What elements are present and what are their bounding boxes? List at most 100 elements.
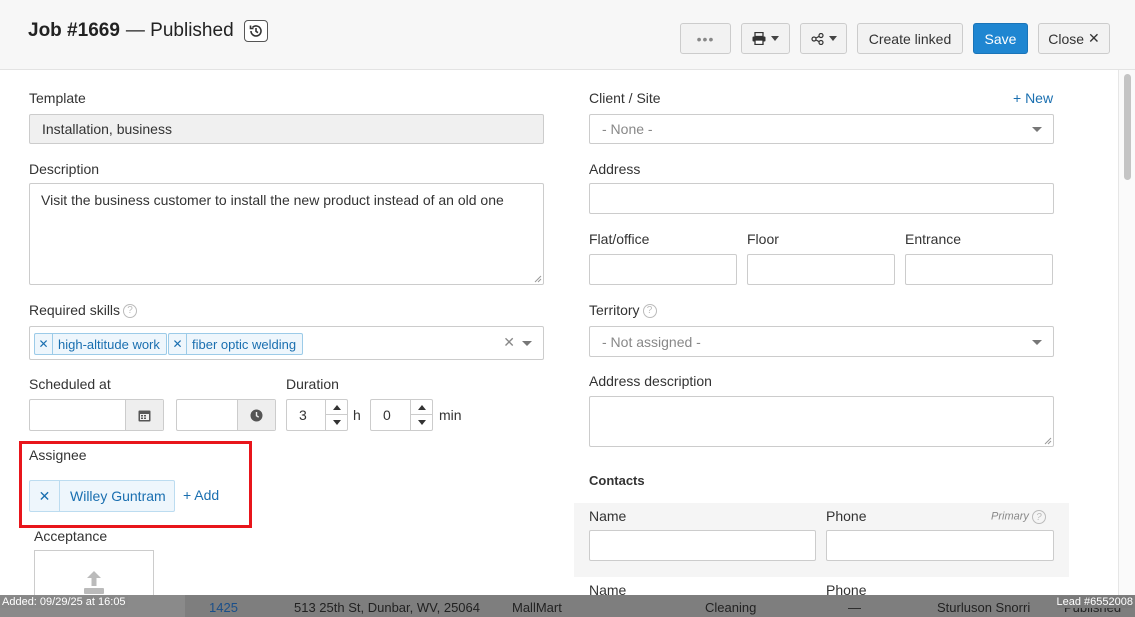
template-value: Installation, business [42,121,172,137]
remove-tag-icon[interactable]: ✕ [169,334,187,354]
history-icon[interactable] [243,20,268,42]
save-button[interactable]: Save [973,23,1028,54]
contact-phone-input[interactable] [826,530,1054,561]
template-field[interactable]: Installation, business [29,114,544,144]
printer-icon [752,32,766,45]
duration-hours-stepper[interactable]: 3 [286,399,348,431]
description-value: Visit the business customer to install t… [41,192,504,208]
address-input[interactable] [589,183,1054,214]
duration-minutes-value: 0 [383,407,391,423]
contacts-heading: Contacts [589,473,645,488]
stepper-controls [410,400,432,430]
flat-input[interactable] [589,254,737,285]
resize-handle-icon[interactable] [1044,437,1052,445]
assignee-label: Assignee [29,447,87,463]
background-list: Added: 09/29/25 at 16:05 1425 513 25th S… [0,595,1135,617]
floor-input[interactable] [747,254,895,285]
scrollbar-thumb[interactable] [1124,74,1131,180]
lead-number: Lead #6552008 [1056,596,1133,608]
calendar-icon[interactable] [125,400,163,430]
scheduled-date-input[interactable] [29,399,164,431]
help-icon[interactable]: ? [123,303,138,318]
template-label: Template [29,90,86,106]
increment-icon[interactable] [411,400,432,415]
entrance-input[interactable] [905,254,1053,285]
close-label: Close [1048,30,1085,47]
skill-tag: ✕ fiber optic welding [168,333,304,355]
required-skills-label: Required skills? [29,302,138,318]
help-icon[interactable]: ? [642,303,657,318]
row-id[interactable]: 1425 [209,600,238,615]
close-icon: ✕ [1088,30,1100,46]
floor-label: Floor [747,231,779,247]
row-person: Sturluson Snorri [937,600,1031,615]
row-dash: — [848,600,861,615]
acceptance-label: Acceptance [34,528,108,544]
contact-name-input[interactable] [589,530,816,561]
more-button[interactable]: ••• [680,23,731,54]
new-client-label: + New [1013,90,1054,106]
share-icon [810,32,824,45]
address-description-label: Address description [589,373,712,389]
decrement-icon[interactable] [326,415,347,430]
stepper-controls [325,400,347,430]
contact-phone-label: Phone [826,508,867,524]
territory-select[interactable]: - Not assigned - [589,326,1054,357]
clear-icon[interactable]: ✕ [503,334,515,351]
resize-handle-icon[interactable] [534,275,542,283]
modal-header: Job #1669 — Published ••• Create linked … [0,0,1135,70]
skill-tag-label: fiber optic welding [192,336,297,352]
minutes-unit: min [439,407,462,423]
skill-tag-label: high-altitude work [58,336,160,352]
row-client: MallMart [512,600,562,615]
chevron-down-icon [828,36,837,41]
increment-icon[interactable] [326,400,347,415]
help-icon[interactable]: ? [1031,510,1046,524]
client-site-label: Client / Site [589,90,661,106]
new-client-link[interactable]: + New [1013,90,1053,106]
territory-text: Territory [589,302,640,318]
client-site-value: - None - [602,121,653,137]
clock-icon[interactable] [237,400,275,430]
job-status: — Published [125,20,234,41]
print-button[interactable] [741,23,790,54]
more-icon: ••• [696,30,715,47]
client-site-select[interactable]: - None - [589,114,1054,144]
scheduled-time-input[interactable] [176,399,276,431]
address-description-textarea[interactable] [589,396,1054,447]
share-button[interactable] [800,23,847,54]
create-linked-button[interactable]: Create linked [857,23,963,54]
duration-label: Duration [286,376,339,392]
chevron-down-icon[interactable] [522,341,532,346]
territory-label: Territory? [589,302,657,318]
contact-name-label: Name [589,508,627,524]
entrance-label: Entrance [905,231,962,247]
assignee-chip[interactable]: ✕ Willey Guntram [29,480,175,512]
duration-hours-value: 3 [299,407,307,423]
chevron-down-icon [771,36,779,41]
remove-tag-icon[interactable]: ✕ [35,334,53,354]
required-skills-text: Required skills [29,302,121,318]
address-label: Address [589,161,641,177]
skill-tag: ✕ high-altitude work [34,333,167,355]
required-skills-select[interactable]: ✕ high-altitude work ✕ fiber optic weldi… [29,326,544,360]
chevron-down-icon [1032,339,1042,345]
scrollbar[interactable] [1118,70,1135,595]
hours-unit: h [353,407,361,423]
add-assignee-button[interactable]: + Add [183,487,219,503]
added-timestamp: Added: 09/29/25 at 16:05 [0,596,128,608]
flat-label: Flat/office [589,231,650,247]
primary-label: Primary? [991,510,1046,524]
territory-value: - Not assigned - [602,333,701,350]
job-number: Job #1669 [28,20,120,41]
remove-assignee-icon[interactable]: ✕ [30,481,60,511]
upload-icon [84,571,104,594]
add-assignee-label: + Add [183,487,220,503]
primary-text: Primary [991,510,1029,523]
assignee-name: Willey Guntram [70,488,166,504]
description-textarea[interactable]: Visit the business customer to install t… [29,183,544,285]
row-address: 513 25th St, Dunbar, WV, 25064 [294,600,480,615]
close-button[interactable]: Close ✕ [1038,23,1110,54]
decrement-icon[interactable] [411,415,432,430]
duration-minutes-stepper[interactable]: 0 [370,399,433,431]
